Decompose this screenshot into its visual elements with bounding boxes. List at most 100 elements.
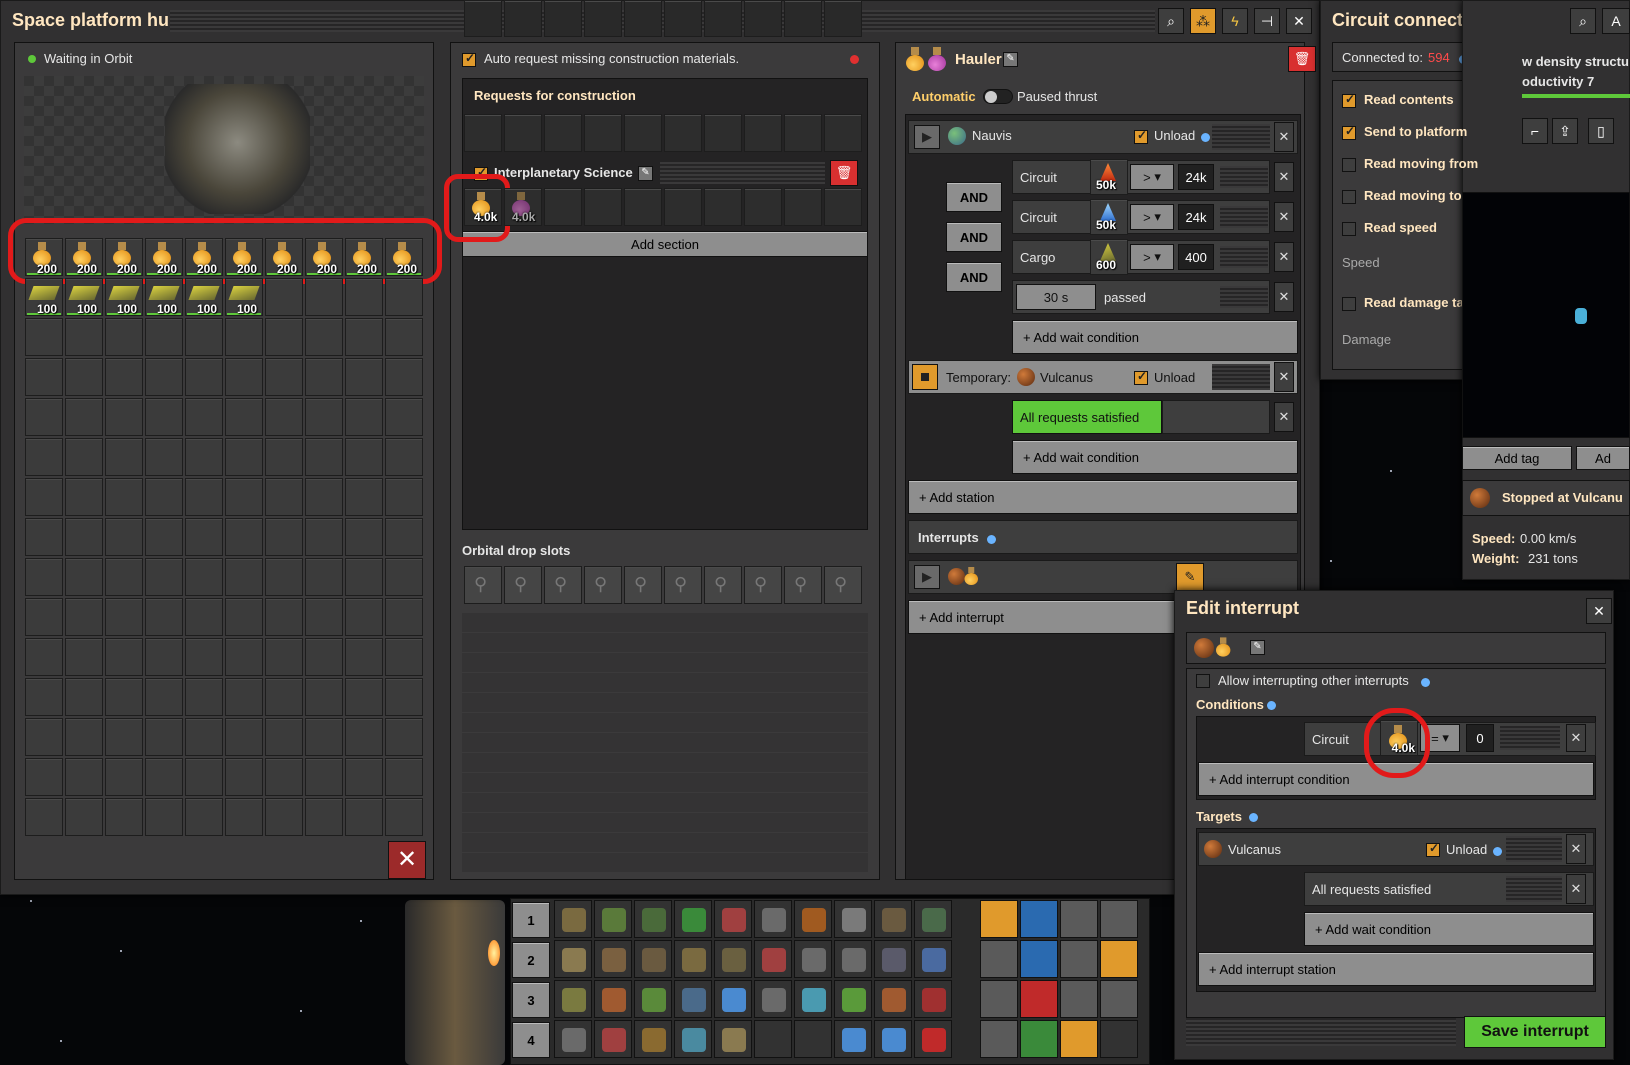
quickbar-slot[interactable] <box>754 1020 792 1058</box>
circuit-option-checkbox[interactable] <box>1342 158 1356 172</box>
inventory-slot[interactable] <box>185 638 223 676</box>
request-slot[interactable] <box>744 114 782 152</box>
inventory-slot[interactable] <box>185 718 223 756</box>
quickbar-slot[interactable] <box>834 900 872 938</box>
condition-value[interactable]: 400 <box>1178 244 1214 270</box>
add-wait-condition-button[interactable]: + Add wait condition <box>1012 320 1298 354</box>
inventory-slot[interactable] <box>185 438 223 476</box>
pin-icon[interactable]: ⊣ <box>1254 8 1280 34</box>
section-slot[interactable] <box>704 188 742 226</box>
inventory-slot[interactable] <box>185 798 223 836</box>
add-section-button[interactable]: Add section <box>462 231 868 257</box>
inventory-slot[interactable] <box>105 638 143 676</box>
inventory-slot[interactable] <box>265 518 303 556</box>
inventory-slot[interactable] <box>105 678 143 716</box>
quickbar-slot[interactable] <box>914 900 952 938</box>
inventory-slot[interactable] <box>105 478 143 516</box>
quickbar-slot[interactable] <box>914 980 952 1018</box>
inventory-slot[interactable] <box>385 798 423 836</box>
inventory-slot[interactable] <box>385 518 423 556</box>
edit-section-icon[interactable]: ✎ <box>638 166 653 181</box>
quickbar-slot[interactable] <box>554 900 592 938</box>
remove-target-button[interactable]: ✕ <box>1566 834 1586 864</box>
edit-interrupt-pencil-icon[interactable]: ✎ <box>1176 563 1204 591</box>
inventory-slot[interactable] <box>185 758 223 796</box>
inventory-slot[interactable] <box>385 638 423 676</box>
inventory-slot[interactable] <box>265 398 303 436</box>
inventory-slot[interactable] <box>65 678 103 716</box>
inventory-slot[interactable] <box>345 598 383 636</box>
inventory-slot[interactable] <box>65 598 103 636</box>
inventory-slot[interactable] <box>345 678 383 716</box>
inventory-slot[interactable] <box>345 798 383 836</box>
inventory-slot[interactable] <box>345 438 383 476</box>
inventory-slot[interactable] <box>305 518 343 556</box>
interrupt-condition-value[interactable]: 0 <box>1466 724 1494 752</box>
circuit-option-checkbox[interactable] <box>1342 222 1356 236</box>
inventory-slot[interactable] <box>225 318 263 356</box>
quickbar-slot[interactable] <box>834 980 872 1018</box>
inventory-slot[interactable] <box>345 358 383 396</box>
inventory-slot[interactable] <box>105 558 143 596</box>
inventory-slot[interactable] <box>65 758 103 796</box>
request-slot[interactable] <box>504 114 542 152</box>
inventory-slot[interactable] <box>25 798 63 836</box>
quickbar-slot[interactable] <box>834 1020 872 1058</box>
inventory-slot[interactable] <box>145 798 183 836</box>
condition-value[interactable]: 24k <box>1178 164 1214 190</box>
undo-icon[interactable] <box>980 940 1018 978</box>
inventory-slot[interactable] <box>185 358 223 396</box>
inventory-slot[interactable] <box>25 398 63 436</box>
quickbar-slot[interactable] <box>714 980 752 1018</box>
inventory-slot[interactable] <box>65 798 103 836</box>
close-icon[interactable]: A <box>1602 8 1630 34</box>
upgrade-planner-icon[interactable] <box>1060 940 1098 978</box>
condition-value[interactable]: 24k <box>1178 204 1214 230</box>
inventory-slot[interactable] <box>185 318 223 356</box>
inventory-slot[interactable] <box>305 318 343 356</box>
add-wait-condition-button-2[interactable]: + Add wait condition <box>1012 440 1298 474</box>
inventory-slot[interactable] <box>345 718 383 756</box>
quickbar-slot[interactable] <box>674 940 712 978</box>
quickbar-slot[interactable] <box>914 940 952 978</box>
auto-request-checkbox[interactable] <box>462 51 476 67</box>
inventory-slot[interactable] <box>265 678 303 716</box>
inventory-slot[interactable] <box>185 478 223 516</box>
save-interrupt-button[interactable]: Save interrupt <box>1464 1016 1606 1048</box>
inventory-slot[interactable] <box>145 638 183 676</box>
inventory-slot[interactable] <box>265 358 303 396</box>
target-drag-handle[interactable] <box>1506 836 1562 862</box>
rename-interrupt-icon[interactable]: ✎ <box>1250 640 1265 655</box>
inventory-slot[interactable] <box>25 638 63 676</box>
quickbar-slot[interactable] <box>634 940 672 978</box>
remove-condition-button[interactable]: ✕ <box>1274 162 1294 192</box>
magnet-icon[interactable] <box>1100 980 1138 1018</box>
tool-icon-1[interactable]: ⌐ <box>1522 118 1548 144</box>
inventory-slot[interactable] <box>265 638 303 676</box>
section-slot[interactable] <box>664 188 702 226</box>
inventory-slot[interactable] <box>265 478 303 516</box>
inventory-slot[interactable] <box>345 558 383 596</box>
inventory-slot[interactable] <box>25 358 63 396</box>
condition-drag-handle[interactable] <box>1500 726 1560 750</box>
inventory-slot[interactable] <box>25 718 63 756</box>
quickbar-slot[interactable] <box>794 900 832 938</box>
quickbar-slot[interactable] <box>554 1020 592 1058</box>
quickbar-slot[interactable] <box>714 900 752 938</box>
quickbar-row-number[interactable]: 3 <box>512 982 550 1018</box>
quickbar-slot[interactable] <box>834 940 872 978</box>
inventory-slot[interactable] <box>145 438 183 476</box>
inventory-slot[interactable] <box>265 278 303 316</box>
add-tag-button[interactable]: Add tag <box>1462 446 1572 470</box>
network-icon[interactable]: ⁂ <box>1190 8 1216 34</box>
search-icon[interactable]: ⌕ <box>1158 8 1184 34</box>
inventory-slot[interactable] <box>265 558 303 596</box>
inventory-slot[interactable] <box>225 478 263 516</box>
inventory-slot[interactable] <box>345 278 383 316</box>
quickbar-slot[interactable] <box>634 1020 672 1058</box>
request-slot[interactable] <box>664 114 702 152</box>
inventory-slot[interactable] <box>185 518 223 556</box>
request-slot[interactable] <box>584 114 622 152</box>
inventory-slot[interactable] <box>385 478 423 516</box>
electric-icon[interactable]: ϟ <box>1222 8 1248 34</box>
